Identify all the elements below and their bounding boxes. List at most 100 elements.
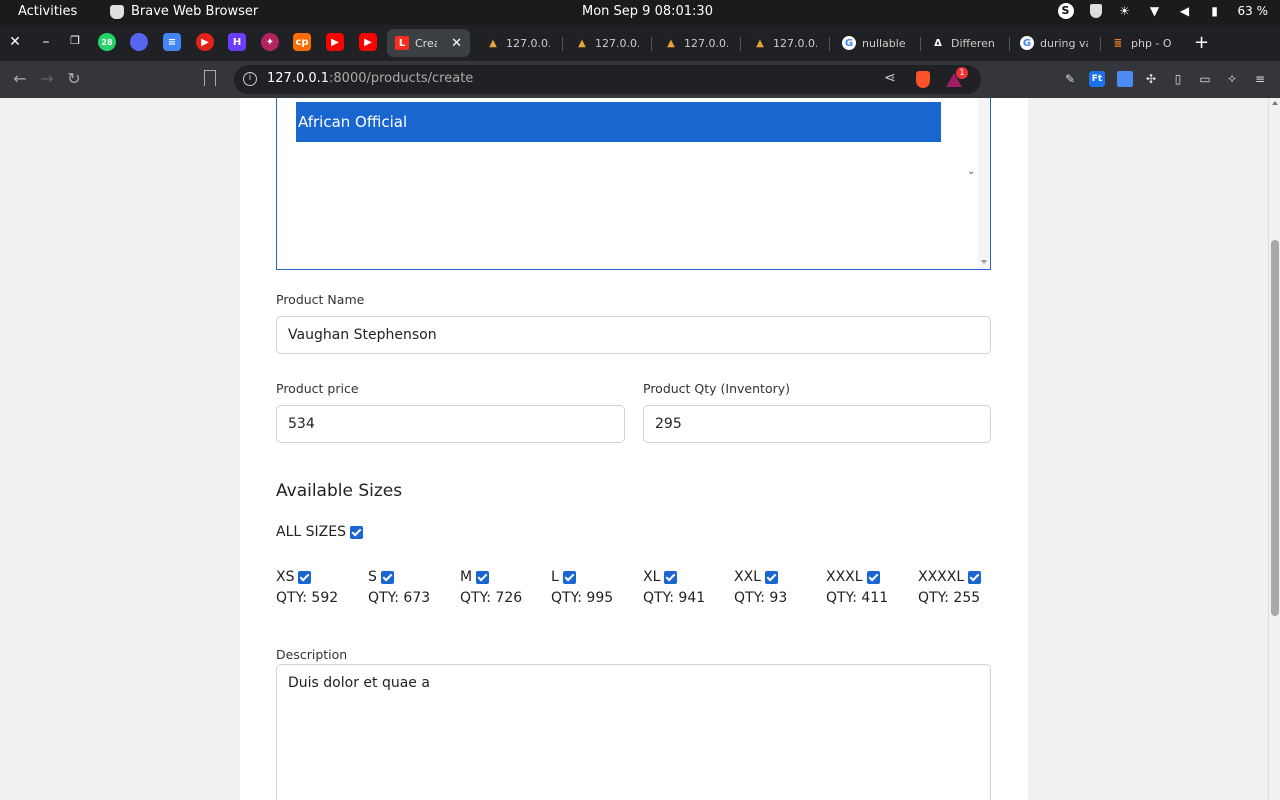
all-sizes-toggle[interactable]: ALL SIZES bbox=[276, 524, 363, 540]
size-checkbox[interactable] bbox=[866, 570, 880, 584]
google-icon: G bbox=[1020, 36, 1034, 50]
skype-icon[interactable]: S bbox=[1057, 3, 1074, 19]
pinned-tab-app-icon[interactable] bbox=[130, 33, 148, 51]
size-option-xl: XL QTY: 941 bbox=[643, 567, 733, 608]
scroll-up-icon[interactable] bbox=[1272, 101, 1278, 105]
app-menu[interactable]: Brave Web Browser bbox=[110, 4, 258, 19]
pinned-tab-youtube-icon[interactable]: ▶ bbox=[326, 33, 344, 51]
activities-button[interactable]: Activities bbox=[18, 4, 77, 19]
size-checkbox[interactable] bbox=[380, 570, 394, 584]
site-info-icon[interactable]: i bbox=[243, 72, 257, 86]
description-textarea[interactable]: Duis dolor et quae a bbox=[276, 664, 991, 800]
extension-blue-icon[interactable] bbox=[1117, 71, 1133, 87]
tab-item[interactable]: ▲ 127.0.0.1 bbox=[478, 29, 558, 57]
size-checkbox[interactable] bbox=[562, 570, 576, 584]
sidebar-toggle-icon[interactable]: ▯ bbox=[1170, 71, 1186, 87]
product-name-input[interactable]: Vaughan Stephenson bbox=[276, 316, 991, 354]
scrollbar-thumb[interactable] bbox=[1271, 240, 1279, 616]
all-sizes-checkbox[interactable] bbox=[349, 525, 363, 539]
pinned-tab-h-icon[interactable]: H bbox=[228, 33, 246, 51]
brightness-icon: ☀ bbox=[1119, 4, 1130, 18]
product-name-label: Product Name bbox=[276, 292, 365, 307]
new-tab-icon[interactable]: + bbox=[1194, 32, 1209, 53]
tab-item[interactable]: G nullable bbox=[834, 29, 916, 57]
tab-separator bbox=[829, 37, 830, 51]
pinned-tab-extension-icon[interactable]: ✦ bbox=[261, 33, 279, 51]
delta-icon: Δ bbox=[934, 37, 942, 49]
minimize-window-icon[interactable]: – bbox=[37, 34, 55, 50]
leo-ai-icon[interactable]: ✧ bbox=[1224, 71, 1240, 87]
size-qty[interactable]: QTY: 673 bbox=[368, 588, 458, 608]
pinned-tab-whatsapp[interactable]: 28 bbox=[98, 33, 116, 51]
size-qty[interactable]: QTY: 726 bbox=[460, 588, 550, 608]
menu-icon[interactable]: ≡ bbox=[1252, 71, 1268, 87]
pinned-tab-cp-icon[interactable]: cp bbox=[293, 33, 311, 51]
bookmark-icon[interactable] bbox=[204, 70, 216, 86]
tab-separator bbox=[562, 37, 563, 51]
battery-percentage: 63 % bbox=[1237, 4, 1269, 18]
wallet-icon[interactable]: ▭ bbox=[1197, 71, 1213, 87]
rewards-badge: 1 bbox=[956, 67, 968, 79]
extension-ft-icon[interactable]: Ft bbox=[1089, 71, 1105, 87]
size-option-s: S QTY: 673 bbox=[368, 567, 458, 608]
color-picker-icon[interactable]: ✎ bbox=[1062, 71, 1078, 87]
tab-item[interactable]: ▲ 127.0.0.1 bbox=[656, 29, 736, 57]
size-qty[interactable]: QTY: 255 bbox=[918, 588, 1008, 608]
close-window-icon[interactable]: ✕ bbox=[6, 34, 24, 50]
app-name: Brave Web Browser bbox=[131, 4, 259, 19]
size-checkbox[interactable] bbox=[476, 570, 490, 584]
size-qty[interactable]: QTY: 93 bbox=[734, 588, 824, 608]
extensions-puzzle-icon[interactable]: ✣ bbox=[1143, 71, 1159, 87]
size-name: XXL bbox=[734, 569, 761, 585]
scroll-down-icon[interactable] bbox=[981, 260, 987, 264]
share-icon[interactable]: ⋖ bbox=[884, 70, 896, 86]
chevron-down-icon[interactable]: ⌄ bbox=[967, 166, 975, 177]
restore-window-icon[interactable]: ❐ bbox=[66, 34, 84, 47]
laravel-icon: L bbox=[395, 36, 409, 50]
size-checkbox[interactable] bbox=[664, 570, 678, 584]
back-icon[interactable]: ← bbox=[10, 69, 30, 88]
tab-strip: ✕ – ❐ 28 ≡ ▶ H ✦ cp ▶ ▶ L Crea ✕ ▲ 127.0… bbox=[0, 25, 1280, 61]
size-checkbox[interactable] bbox=[764, 570, 778, 584]
clock[interactable]: Mon Sep 9 08:01:30 bbox=[582, 4, 713, 19]
tab-item[interactable]: ▲ 127.0.0.1 bbox=[567, 29, 647, 57]
url-text[interactable]: 127.0.0.1:8000/products/create bbox=[267, 71, 473, 86]
product-qty-label: Product Qty (Inventory) bbox=[643, 381, 791, 396]
selected-option[interactable]: African Official bbox=[296, 102, 941, 142]
size-qty[interactable]: QTY: 941 bbox=[643, 588, 733, 608]
triangle-icon: ▲ bbox=[489, 37, 497, 49]
tab-item[interactable]: G during va bbox=[1012, 29, 1096, 57]
pinned-tab-docs-icon[interactable]: ≡ bbox=[163, 33, 181, 51]
size-qty[interactable]: QTY: 592 bbox=[276, 588, 366, 608]
category-select[interactable]: African Official ⌄ bbox=[276, 98, 991, 270]
pinned-tab-youtube-icon-2[interactable]: ▶ bbox=[359, 33, 377, 51]
size-checkbox[interactable] bbox=[298, 570, 312, 584]
size-name: XXXL bbox=[826, 569, 863, 585]
system-tray[interactable]: S ☀ ▼ ◀ ▮ 63 % bbox=[1057, 3, 1269, 19]
product-price-label: Product price bbox=[276, 381, 359, 396]
tab-separator bbox=[1100, 37, 1101, 51]
size-checkbox[interactable] bbox=[968, 570, 982, 584]
forward-icon[interactable]: → bbox=[37, 69, 57, 88]
page-scrollbar[interactable] bbox=[1268, 98, 1280, 800]
brave-shields-icon[interactable] bbox=[916, 71, 930, 88]
size-qty[interactable]: QTY: 995 bbox=[551, 588, 641, 608]
tab-item[interactable]: ≣ php - Old bbox=[1103, 29, 1179, 57]
pinned-tab-youtube-music-icon[interactable]: ▶ bbox=[196, 33, 214, 51]
shield-icon[interactable] bbox=[1089, 4, 1102, 18]
wifi-icon: ▼ bbox=[1149, 4, 1160, 18]
select-scrollbar[interactable] bbox=[978, 98, 990, 268]
address-bar[interactable]: i 127.0.0.1:8000/products/create ⋖ 1 bbox=[234, 65, 981, 94]
size-name: S bbox=[368, 569, 377, 585]
tab-close-icon[interactable]: ✕ bbox=[451, 36, 462, 51]
triangle-icon: ▲ bbox=[578, 37, 586, 49]
product-price-input[interactable]: 534 bbox=[276, 405, 625, 443]
tab-active[interactable]: L Crea ✕ bbox=[387, 29, 470, 57]
tab-item[interactable]: Δ Differen bbox=[923, 29, 1005, 57]
size-name: XXXXL bbox=[918, 569, 965, 585]
size-qty[interactable]: QTY: 411 bbox=[826, 588, 916, 608]
product-qty-input[interactable]: 295 bbox=[643, 405, 991, 443]
reload-icon[interactable]: ↻ bbox=[64, 69, 84, 88]
product-form-card: African Official ⌄ Product Name Vaughan … bbox=[240, 98, 1028, 800]
tab-item[interactable]: ▲ 127.0.0.1 bbox=[745, 29, 825, 57]
